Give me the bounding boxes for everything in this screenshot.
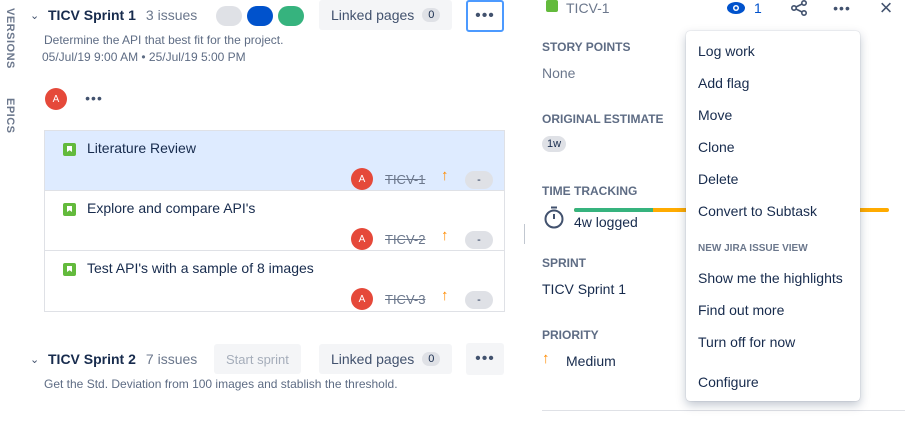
sprint1-linked-pages-button[interactable]: Linked pages 0 (319, 0, 453, 30)
sprint2-header[interactable]: ⌄ TICV Sprint 2 7 issues (30, 344, 197, 374)
arrow-up-icon: ↑ (441, 227, 449, 244)
arrow-up-icon: ↑ (542, 350, 550, 367)
menu-item-log-work[interactable]: Log work (698, 43, 755, 59)
estimate-badge: - (465, 291, 493, 309)
sprint1-issue-count: 3 issues (145, 7, 198, 23)
linked-pages-label: Linked pages (331, 7, 415, 23)
list-item[interactable]: Test API's with a sample of 8 images A T… (45, 251, 504, 311)
stopwatch-icon (542, 205, 566, 229)
start-sprint-button[interactable]: Start sprint (214, 344, 301, 374)
issue-list: Literature Review A TICV-1 ↑ - Explore a… (44, 130, 505, 312)
issue-title: Literature Review (87, 140, 196, 156)
sprint2-description: Get the Std. Deviation from 100 images a… (44, 377, 398, 391)
priority-value[interactable]: Medium (566, 353, 616, 369)
more-actions-menu: Log work Add flag Move Clone Delete Conv… (686, 31, 860, 401)
avatar: A (351, 228, 373, 250)
story-icon (63, 203, 76, 216)
sprint1-dates: 05/Jul/19 9:00 AM • 25/Jul/19 5:00 PM (42, 50, 246, 64)
share-icon[interactable] (789, 0, 809, 16)
tab-versions[interactable]: VERSIONS (4, 8, 16, 69)
more-icon: ••• (475, 7, 495, 24)
sprint2-more-button[interactable]: ••• (466, 343, 504, 375)
chevron-down-icon[interactable]: ⌄ (30, 9, 44, 22)
linked-pages-count: 0 (422, 8, 441, 22)
watchers-count[interactable]: 1 (754, 0, 762, 16)
more-icon: ••• (475, 350, 495, 367)
sprint1-more-button[interactable]: ••• (466, 0, 504, 32)
story-points-label: STORY POINTS (542, 40, 631, 54)
panel-resize-handle[interactable] (524, 224, 525, 244)
issue-title: Explore and compare API's (87, 200, 256, 216)
divider (542, 410, 905, 411)
story-points-value[interactable]: None (542, 65, 575, 81)
arrow-up-icon: ↑ (441, 167, 449, 184)
close-icon[interactable]: × (876, 0, 896, 20)
list-item[interactable]: Explore and compare API's A TICV-2 ↑ - (45, 191, 504, 251)
avatar: A (351, 168, 373, 190)
avatar[interactable]: A (45, 88, 67, 110)
status-todo-count (216, 6, 242, 26)
status-inprogress-count (247, 6, 273, 26)
priority-label: PRIORITY (542, 328, 599, 342)
more-icon[interactable]: ••• (830, 0, 854, 16)
time-tracking-value: 4w logged (574, 214, 638, 230)
menu-section-title: NEW JIRA ISSUE VIEW (698, 243, 808, 254)
time-tracking-label: TIME TRACKING (542, 184, 638, 198)
list-item[interactable]: Literature Review A TICV-1 ↑ - (45, 131, 504, 191)
original-estimate-value[interactable]: 1w (542, 136, 567, 152)
estimate-badge: - (465, 171, 493, 189)
linked-pages-label: Linked pages (331, 351, 415, 367)
story-icon (546, 0, 558, 12)
issue-key[interactable]: TICV-2 (385, 232, 425, 247)
story-icon (63, 143, 76, 156)
linked-pages-count: 0 (422, 352, 441, 366)
menu-item-show-highlights[interactable]: Show me the highlights (698, 270, 843, 286)
eye-icon[interactable] (726, 0, 746, 16)
menu-item-move[interactable]: Move (698, 107, 732, 123)
issue-key[interactable]: TICV-3 (385, 292, 425, 307)
sprint-label: SPRINT (542, 256, 587, 270)
sprint1-description: Determine the API that best fit for the … (44, 33, 284, 47)
chevron-down-icon[interactable]: ⌄ (30, 353, 44, 366)
issue-key[interactable]: TICV-1 (385, 172, 425, 187)
menu-item-turn-off[interactable]: Turn off for now (698, 334, 795, 350)
issue-key-link[interactable]: TICV-1 (566, 0, 610, 16)
more-icon[interactable]: ••• (82, 88, 106, 108)
sprint2-name: TICV Sprint 2 (48, 351, 136, 367)
sprint1-header[interactable]: ⌄ TICV Sprint 1 3 issues (30, 0, 197, 30)
menu-item-configure[interactable]: Configure (698, 374, 759, 390)
menu-item-add-flag[interactable]: Add flag (698, 75, 749, 91)
sprint2-linked-pages-button[interactable]: Linked pages 0 (319, 344, 453, 374)
tab-epics[interactable]: EPICS (4, 98, 16, 134)
sprint2-issue-count: 7 issues (145, 351, 198, 367)
story-icon (63, 263, 76, 276)
time-tracking-fill (574, 208, 653, 212)
menu-item-convert-to-subtask[interactable]: Convert to Subtask (698, 203, 817, 219)
status-done-count (278, 6, 304, 26)
issue-title: Test API's with a sample of 8 images (87, 260, 314, 276)
avatar: A (351, 288, 373, 310)
menu-item-delete[interactable]: Delete (698, 171, 738, 187)
estimate-badge: - (465, 231, 493, 249)
menu-item-find-out-more[interactable]: Find out more (698, 302, 784, 318)
sprint-value[interactable]: TICV Sprint 1 (542, 281, 626, 297)
original-estimate-label: ORIGINAL ESTIMATE (542, 112, 664, 126)
sprint1-name: TICV Sprint 1 (48, 7, 136, 23)
arrow-up-icon: ↑ (441, 287, 449, 304)
menu-item-clone[interactable]: Clone (698, 139, 735, 155)
